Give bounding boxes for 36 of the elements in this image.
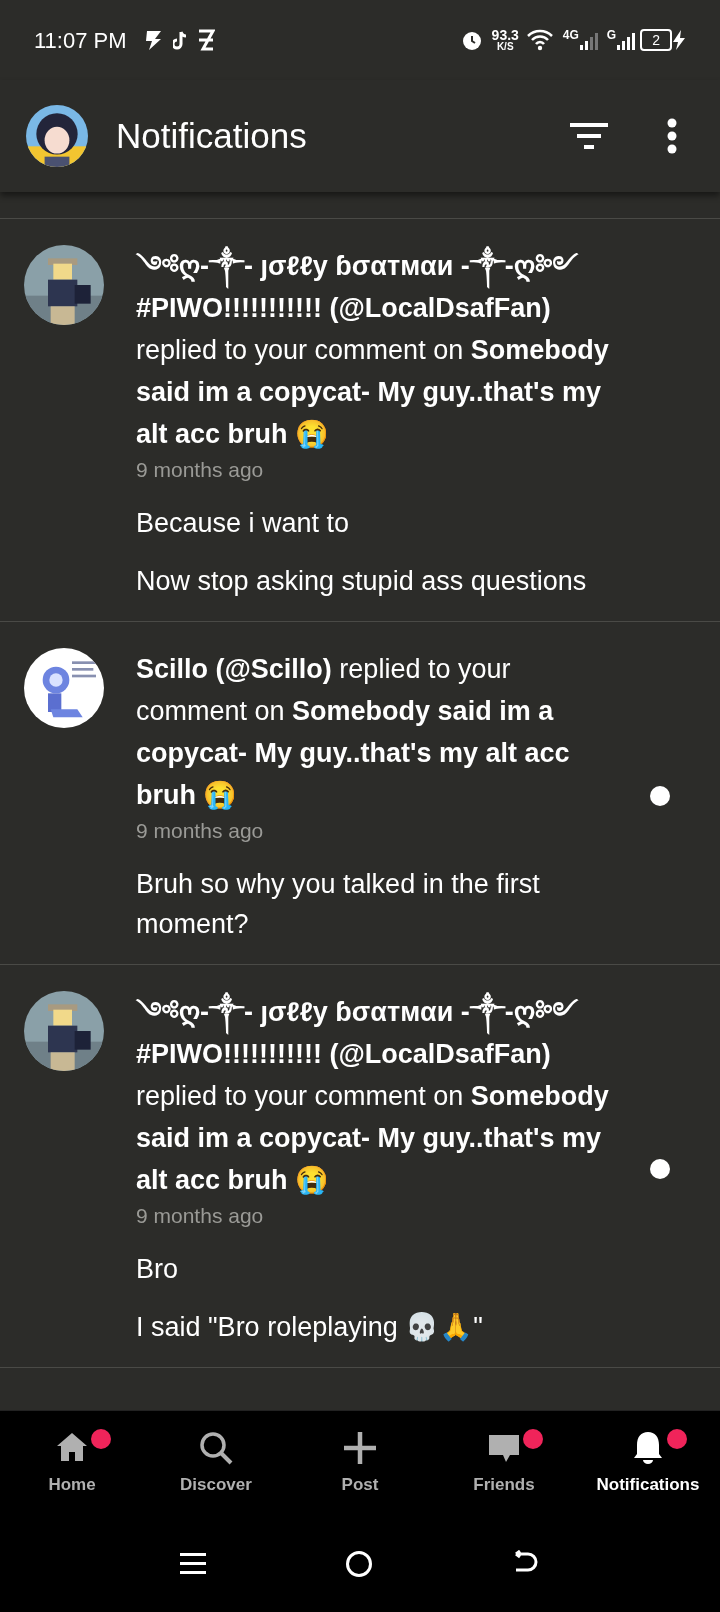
- menu-icon: [179, 1551, 206, 1577]
- reply-text: I said "Bro roleplaying 💀🙏": [136, 1311, 484, 1344]
- status-time: 11:07 PM: [34, 26, 127, 55]
- timestamp: 9 months ago: [136, 818, 265, 844]
- filter-button[interactable]: [570, 121, 608, 151]
- notification-text[interactable]: Scillo (@Scillo) replied to your comment on Somebody said im a copycat- My guy..that's my alt acc bruh 😭: [136, 648, 620, 816]
- home-button[interactable]: [345, 1550, 373, 1578]
- wifi-icon: [526, 29, 553, 51]
- home-circle-icon: [345, 1550, 373, 1578]
- speed-value: 93.3: [491, 28, 519, 42]
- nav-tab[interactable]: Friends: [432, 1411, 576, 1516]
- nav-tab[interactable]: Post: [288, 1411, 432, 1516]
- more-button[interactable]: [666, 118, 678, 154]
- timestamp: 9 months ago: [136, 1203, 265, 1229]
- search-icon: [198, 1429, 234, 1466]
- filter-icon: [570, 121, 608, 151]
- notification-text[interactable]: ༺ღ-༒- ȷσℓℓу ɓσαтмαи -༒-ღ༻ #PIWO!!!!!!!!!!! (@LocalDsafFan) replied to your comment on Somebody said im a copycat- My guy..that's my alt acc bruh 😭: [136, 991, 620, 1201]
- charging-icon: [672, 29, 686, 51]
- reply-text: Bruh so why you talked in the first moment?: [136, 868, 541, 941]
- speed-unit: K/S: [496, 42, 514, 52]
- more-icon: [666, 118, 678, 154]
- reply-text: Now stop asking stupid ass questions: [136, 565, 588, 598]
- nav-tab[interactable]: Notifications: [576, 1411, 720, 1516]
- network-type: G: [606, 27, 617, 44]
- nav-tab[interactable]: Discover: [144, 1411, 288, 1516]
- battery-level: 2: [640, 29, 672, 51]
- reply-text: Bro: [136, 1253, 180, 1286]
- z-icon: [196, 28, 215, 52]
- page-title: Notifications: [116, 114, 307, 157]
- reply-text: Because i want to: [136, 507, 351, 540]
- nav-tab[interactable]: Home: [0, 1411, 144, 1516]
- plus-icon: [342, 1429, 378, 1466]
- network-type: 4G: [562, 27, 579, 44]
- menu-button[interactable]: [179, 1551, 206, 1577]
- timestamp: 9 months ago: [136, 457, 265, 483]
- notification-text[interactable]: ༺ღ-༒- ȷσℓℓу ɓσαтмαи -༒-ღ༻ #PIWO!!!!!!!!!!! (@LocalDsafFan) replied to your comment on Somebody said im a copycat- My guy..that's my alt acc bruh 😭: [136, 245, 620, 455]
